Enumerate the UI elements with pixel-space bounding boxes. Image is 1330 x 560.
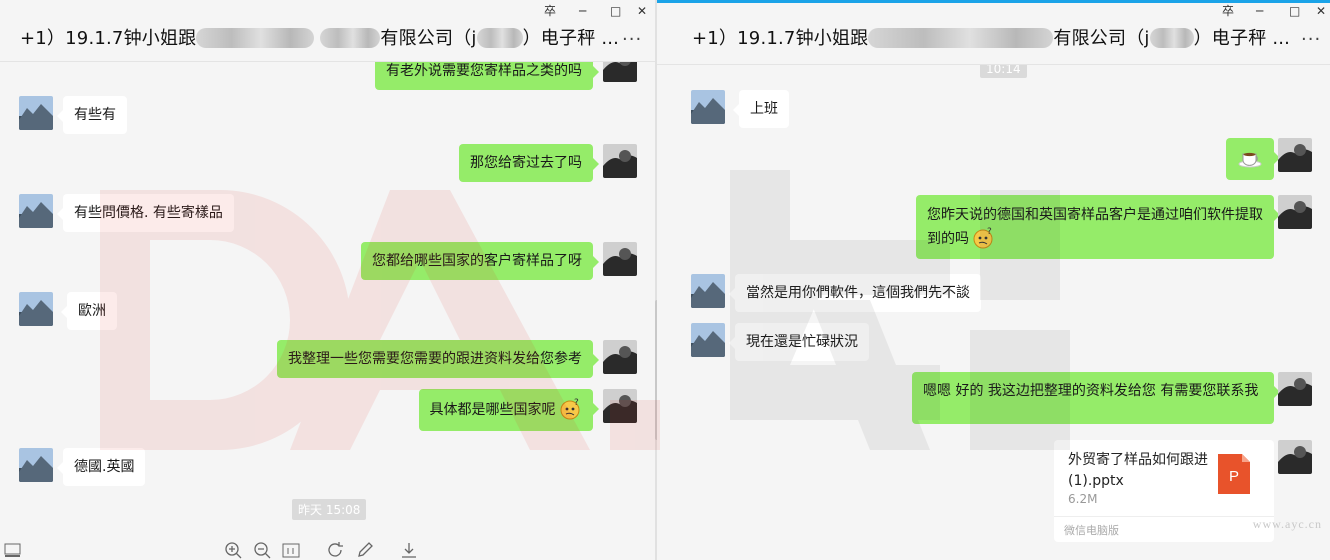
svg-text:?: ? — [574, 398, 579, 408]
message-list[interactable]: 10:14 上班 您昨天说的德国和英国寄样品客户是通过咱们软件提取到的吗 ? 當… — [657, 62, 1330, 560]
title-part: +1）19.1.7钟小姐跟 — [692, 28, 869, 49]
message-out[interactable]: 具体都是哪些国家呢 ? — [418, 389, 600, 431]
actual-size-icon[interactable] — [282, 541, 300, 559]
contact-avatar[interactable] — [19, 194, 53, 228]
svg-text:?: ? — [987, 227, 992, 237]
left-titlebar: 卒 ─ □ ✕ +1）19.1.7钟小姐跟 有限公司（j ）电子秤 ... ... — [0, 0, 655, 62]
message-out[interactable]: 有老外说需要您寄样品之类的吗 — [375, 62, 599, 90]
file-message-card[interactable]: 外贸寄了样品如何跟进(1).pptx 6.2M P 微信电脑版 — [1054, 440, 1274, 542]
chat-title: +1）19.1.7钟小姐跟 有限公司（j ）电子秤 ... — [692, 24, 1290, 50]
title-part: ）电子秤 ... — [1193, 28, 1291, 49]
watermark-site: www.ayc.cn — [1252, 517, 1322, 531]
redacted-blur — [320, 28, 381, 48]
message-out[interactable]: 嗯嗯 好的 我这边把整理的资料发给您 有需要您联系我 — [912, 372, 1280, 424]
file-name: 外贸寄了样品如何跟进(1).pptx — [1068, 452, 1208, 489]
message-in[interactable]: 歐洲 — [61, 292, 117, 330]
message-out[interactable]: 您昨天说的德国和英国寄样品客户是通过咱们软件提取到的吗 ? — [916, 195, 1280, 259]
right-titlebar: 卒 ─ □ ✕ +1）19.1.7钟小姐跟 有限公司（j ）电子秤 ... ... — [657, 3, 1330, 65]
coffee-emoji-icon — [1238, 152, 1262, 168]
left-chat-window: 卒 ─ □ ✕ +1）19.1.7钟小姐跟 有限公司（j ）电子秤 ... ... … — [0, 0, 655, 560]
right-chat-window: 卒 ─ □ ✕ +1）19.1.7钟小姐跟 有限公司（j ）电子秤 ... ... … — [657, 0, 1330, 560]
pin-button[interactable]: 卒 — [544, 4, 556, 18]
message-in[interactable]: 德國.英國 — [56, 448, 146, 486]
my-avatar[interactable] — [1278, 195, 1312, 229]
redacted-blur — [1149, 28, 1194, 48]
my-avatar[interactable] — [603, 62, 637, 82]
message-in[interactable]: 上班 — [733, 90, 789, 128]
message-text: 具体都是哪些国家呢 — [429, 402, 556, 418]
message-out[interactable]: 那您给寄过去了吗 — [459, 144, 599, 182]
my-avatar[interactable] — [1278, 372, 1312, 406]
maximize-button[interactable]: □ — [1289, 4, 1300, 18]
message-in[interactable]: 現在還是忙碌狀況 — [729, 323, 869, 361]
maximize-button[interactable]: □ — [610, 4, 621, 18]
message-in[interactable]: 有些有 — [57, 96, 127, 134]
more-button[interactable]: ... — [1301, 24, 1321, 45]
file-source: 微信电脑版 — [1054, 516, 1274, 542]
redacted-blur — [868, 28, 1054, 48]
close-button[interactable]: ✕ — [1316, 4, 1326, 18]
confused-emoji-icon: ? — [973, 227, 993, 249]
chat-title: +1）19.1.7钟小姐跟 有限公司（j ）电子秤 ... — [20, 24, 619, 50]
close-button[interactable]: ✕ — [637, 4, 647, 18]
redacted-blur — [476, 28, 523, 48]
confused-emoji-icon: ? — [560, 398, 580, 420]
pin-button[interactable]: 卒 — [1222, 4, 1234, 18]
file-size: 6.2M — [1068, 492, 1098, 506]
image-toolbar — [0, 538, 655, 560]
my-avatar[interactable] — [603, 144, 637, 178]
pptx-file-icon: P — [1218, 454, 1250, 494]
contact-avatar[interactable] — [691, 274, 725, 308]
title-part: +1）19.1.7钟小姐跟 — [20, 28, 197, 49]
contact-avatar[interactable] — [691, 323, 725, 357]
my-avatar[interactable] — [1278, 440, 1312, 474]
redacted-blur — [196, 28, 315, 48]
timestamp: 昨天 15:08 — [292, 499, 367, 520]
zoom-in-icon[interactable] — [224, 541, 242, 559]
edit-icon[interactable] — [356, 541, 374, 559]
contact-avatar[interactable] — [19, 292, 53, 326]
contact-avatar[interactable] — [691, 90, 725, 124]
title-part: 有限公司（j — [380, 28, 477, 49]
message-list[interactable]: 有老外说需要您寄样品之类的吗 有些有 那您给寄过去了吗 有些問價格. 有些寄樣品… — [0, 62, 655, 560]
my-avatar[interactable] — [603, 389, 637, 423]
contact-avatar[interactable] — [19, 448, 53, 482]
rotate-icon[interactable] — [327, 541, 345, 559]
window-icon[interactable] — [4, 541, 22, 559]
message-out[interactable] — [1226, 138, 1280, 180]
title-part: ）电子秤 ... — [522, 28, 620, 49]
my-avatar[interactable] — [603, 242, 637, 276]
my-avatar[interactable] — [603, 340, 637, 374]
download-icon[interactable] — [400, 541, 418, 559]
message-out[interactable]: 您都给哪些国家的客户寄样品了呀 — [361, 242, 599, 280]
title-part: 有限公司（j — [1053, 28, 1150, 49]
contact-avatar[interactable] — [19, 96, 53, 130]
minimize-button[interactable]: ─ — [1256, 4, 1263, 18]
zoom-out-icon[interactable] — [253, 541, 271, 559]
message-in[interactable]: 當然是用你們軟件，這個我們先不談 — [729, 274, 981, 312]
svg-text:P: P — [1229, 468, 1239, 485]
more-button[interactable]: ... — [622, 24, 642, 45]
message-out[interactable]: 我整理一些您需要您需要的跟进资料发给您参考 — [277, 340, 599, 378]
my-avatar[interactable] — [1278, 138, 1312, 172]
message-in[interactable]: 有些問價格. 有些寄樣品 — [57, 194, 234, 232]
minimize-button[interactable]: ─ — [579, 4, 586, 18]
